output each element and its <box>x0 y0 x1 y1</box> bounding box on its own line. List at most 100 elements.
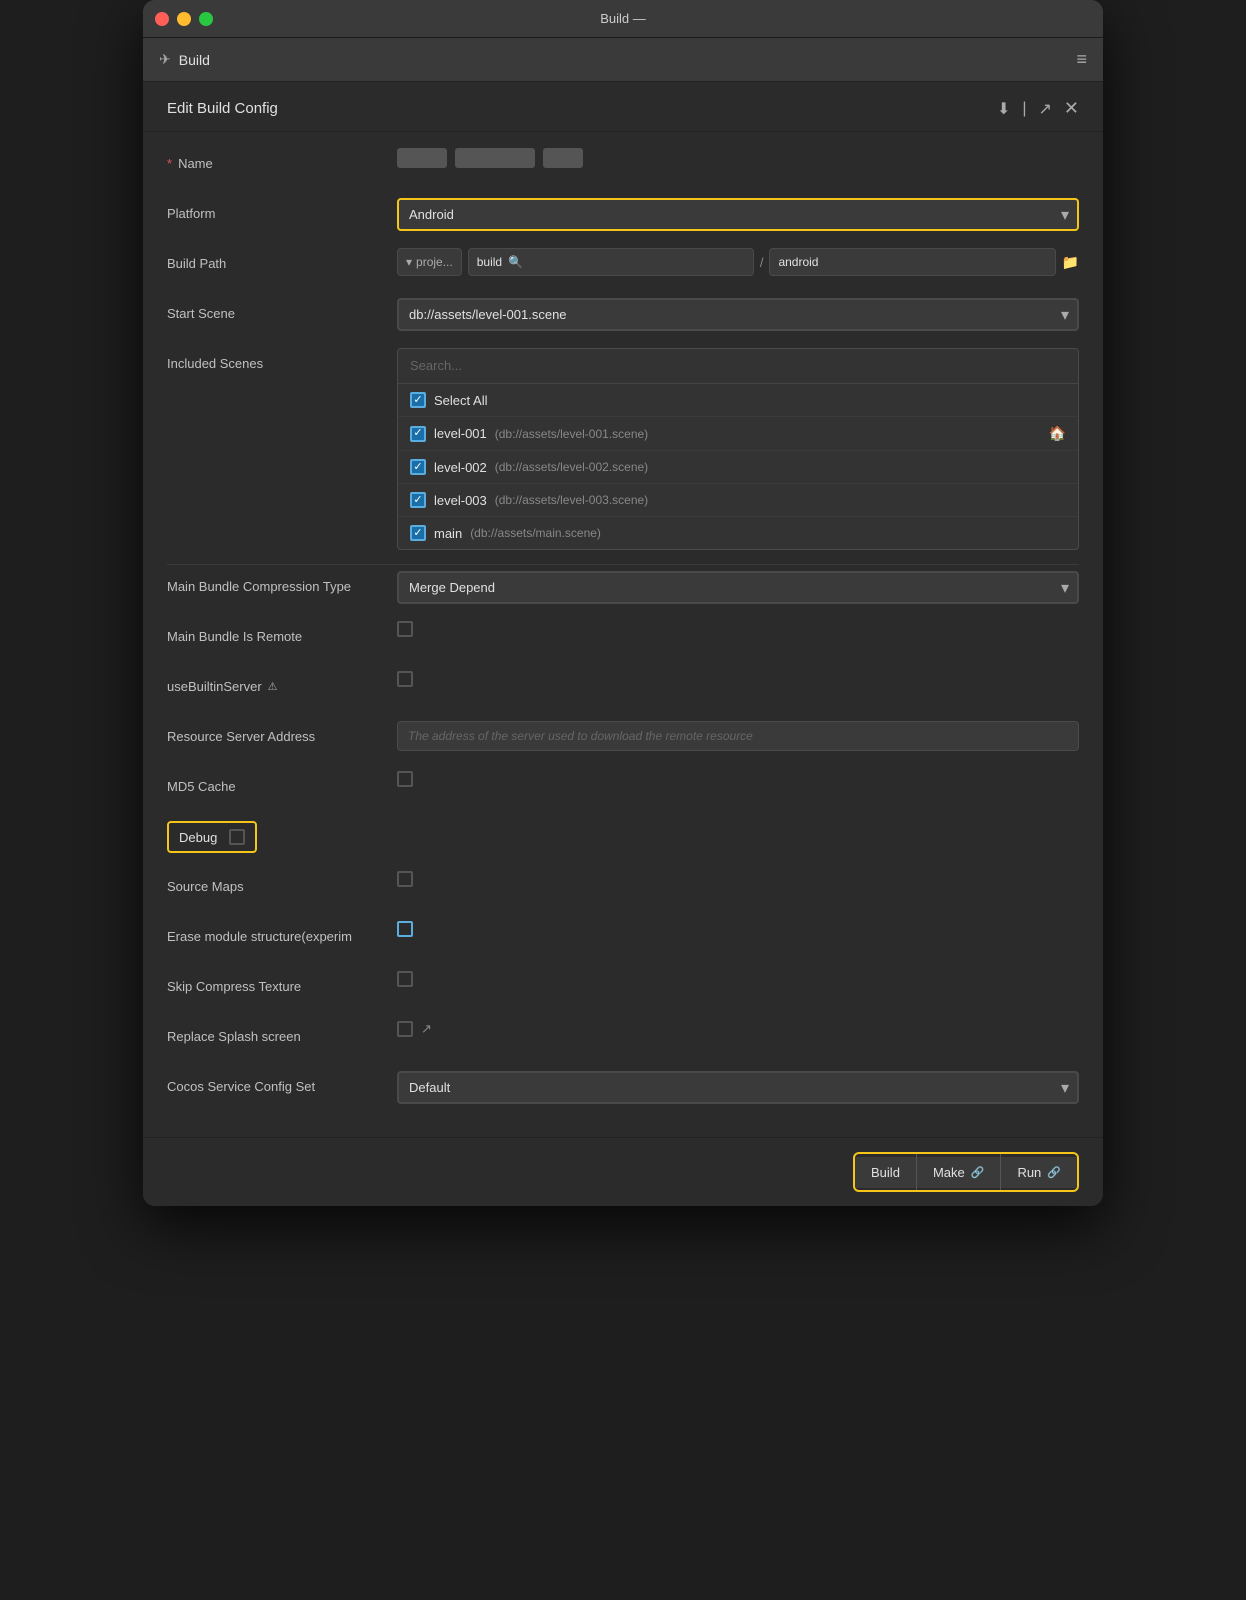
source-maps-checkbox[interactable] <box>397 871 413 887</box>
included-scenes-control: ✓ Select All ✓ level-001 (db://assets/le… <box>397 348 1079 550</box>
run-button[interactable]: Run 🔗 <box>1001 1157 1077 1188</box>
scene-item-main[interactable]: ✓ main (db://assets/main.scene) <box>398 517 1078 549</box>
save-icon[interactable]: ⬇ <box>997 99 1010 119</box>
required-star: * <box>167 156 172 171</box>
resource-server-row: Resource Server Address <box>167 721 1079 757</box>
scenes-search-input[interactable] <box>410 358 1066 373</box>
replace-splash-checkbox[interactable] <box>397 1021 413 1037</box>
checkmark-icon: ✓ <box>413 395 422 406</box>
main-bundle-remote-label: Main Bundle Is Remote <box>167 621 397 644</box>
main-bundle-compression-label: Main Bundle Compression Type <box>167 571 397 594</box>
panel-actions: ⬇ | ↗ ✕ <box>997 98 1079 119</box>
scene-item-level002[interactable]: ✓ level-002 (db://assets/level-002.scene… <box>398 451 1078 484</box>
start-scene-row: Start Scene db://assets/level-001.scene … <box>167 298 1079 334</box>
start-scene-select[interactable]: db://assets/level-001.scene <box>397 298 1079 331</box>
compression-select-wrapper: Merge Depend None Merge All Assets ▾ <box>397 571 1079 604</box>
resource-server-control <box>397 721 1079 751</box>
name-input-area[interactable] <box>397 148 1079 168</box>
name-label: * Name <box>167 148 397 171</box>
compression-select[interactable]: Merge Depend None Merge All Assets <box>397 571 1079 604</box>
use-builtin-server-control <box>397 671 1079 687</box>
scene-path-main: (db://assets/main.scene) <box>470 526 601 540</box>
path-prefix[interactable]: ▾ proje... <box>397 248 462 276</box>
scene-checkbox-level003[interactable]: ✓ <box>410 492 426 508</box>
erase-module-label: Erase module structure(experim <box>167 921 397 944</box>
name-block-1 <box>397 148 447 168</box>
md5-cache-label: MD5 Cache <box>167 771 397 794</box>
main-bundle-compression-row: Main Bundle Compression Type Merge Depen… <box>167 571 1079 607</box>
platform-select-wrapper: Android iOS Web Mobile Windows Mac ▾ <box>397 198 1079 231</box>
chevron-down-icon: ▾ <box>406 255 412 269</box>
scene-name-main: main <box>434 526 462 541</box>
use-builtin-server-label: useBuiltinServer ⚠ <box>167 671 397 694</box>
path-segment[interactable]: build 🔍 <box>468 248 754 276</box>
platform-select[interactable]: Android iOS Web Mobile Windows Mac <box>397 198 1079 231</box>
checkmark-icon: ✓ <box>413 462 422 473</box>
panel: Edit Build Config ⬇ | ↗ ✕ * Name <box>143 82 1103 1206</box>
build-icon: ✈ <box>159 51 171 68</box>
md5-cache-checkbox[interactable] <box>397 771 413 787</box>
select-all-checkbox[interactable]: ✓ <box>410 392 426 408</box>
main-bundle-remote-control <box>397 621 1079 637</box>
resource-server-input[interactable] <box>397 721 1079 751</box>
name-block-3 <box>543 148 583 168</box>
erase-module-checkbox[interactable] <box>397 921 413 937</box>
skip-compress-checkbox[interactable] <box>397 971 413 987</box>
debug-checkbox[interactable] <box>229 829 245 845</box>
scene-item-level003[interactable]: ✓ level-003 (db://assets/level-003.scene… <box>398 484 1078 517</box>
scene-name-level002: level-002 <box>434 460 487 475</box>
export-icon[interactable]: ↗ <box>1039 99 1052 119</box>
debug-label: Debug <box>179 830 217 845</box>
replace-splash-row: Replace Splash screen ↗ <box>167 1021 1079 1057</box>
path-android[interactable]: android <box>769 248 1055 276</box>
included-scenes-row: Included Scenes ✓ Select All <box>167 348 1079 550</box>
separator: | <box>1022 100 1026 118</box>
scene-name-level001: level-001 <box>434 426 487 441</box>
scene-checkbox-main[interactable]: ✓ <box>410 525 426 541</box>
warning-icon: ⚠ <box>268 680 278 693</box>
panel-header: Edit Build Config ⬇ | ↗ ✕ <box>143 82 1103 132</box>
form-container: * Name Platform Android iOS <box>143 132 1103 1137</box>
main-bundle-remote-checkbox[interactable] <box>397 621 413 637</box>
make-button[interactable]: Make 🔗 <box>917 1157 1001 1188</box>
cocos-service-select[interactable]: Default <box>397 1071 1079 1104</box>
select-all-item[interactable]: ✓ Select All <box>398 384 1078 417</box>
panel-title: Edit Build Config <box>167 100 278 117</box>
scene-path-level003: (db://assets/level-003.scene) <box>495 493 648 507</box>
use-builtin-server-row: useBuiltinServer ⚠ <box>167 671 1079 707</box>
external-link-icon[interactable]: ↗ <box>421 1021 432 1037</box>
title-bar: Build — <box>143 0 1103 38</box>
build-button[interactable]: Build <box>855 1157 916 1188</box>
action-buttons: Build Make 🔗 Run 🔗 <box>853 1152 1079 1192</box>
app-window: Build — ✈ Build ≡ Edit Build Config ⬇ | … <box>143 0 1103 1206</box>
minimize-traffic-light[interactable] <box>177 12 191 26</box>
source-maps-row: Source Maps <box>167 871 1079 907</box>
scene-path-level001: (db://assets/level-001.scene) <box>495 427 648 441</box>
maximize-traffic-light[interactable] <box>199 12 213 26</box>
cocos-service-label: Cocos Service Config Set <box>167 1071 397 1094</box>
name-block-2 <box>455 148 535 168</box>
replace-splash-control: ↗ <box>397 1021 1079 1037</box>
toolbar-title: Build <box>179 52 210 68</box>
checkmark-icon: ✓ <box>413 495 422 506</box>
skip-compress-label: Skip Compress Texture <box>167 971 397 994</box>
close-button[interactable]: ✕ <box>1064 98 1079 119</box>
window-title: Build — <box>600 11 646 26</box>
build-path-control: ▾ proje... build 🔍 / android 📁 <box>397 248 1079 276</box>
close-traffic-light[interactable] <box>155 12 169 26</box>
scene-checkbox-level001[interactable]: ✓ <box>410 426 426 442</box>
scene-checkbox-level002[interactable]: ✓ <box>410 459 426 475</box>
scene-path-level002: (db://assets/level-002.scene) <box>495 460 648 474</box>
use-builtin-server-checkbox[interactable] <box>397 671 413 687</box>
toolbar-menu-icon[interactable]: ≡ <box>1076 49 1087 70</box>
build-path-label: Build Path <box>167 248 397 271</box>
name-row: * Name <box>167 148 1079 184</box>
erase-module-row: Erase module structure(experim <box>167 921 1079 957</box>
build-path-row: Build Path ▾ proje... build 🔍 / android <box>167 248 1079 284</box>
home-icon: 🏠 <box>1049 425 1066 442</box>
resource-server-label: Resource Server Address <box>167 721 397 744</box>
divider-1 <box>167 564 1079 565</box>
platform-row: Platform Android iOS Web Mobile Windows … <box>167 198 1079 234</box>
scene-item-level001[interactable]: ✓ level-001 (db://assets/level-001.scene… <box>398 417 1078 451</box>
folder-icon[interactable]: 📁 <box>1062 254 1079 271</box>
